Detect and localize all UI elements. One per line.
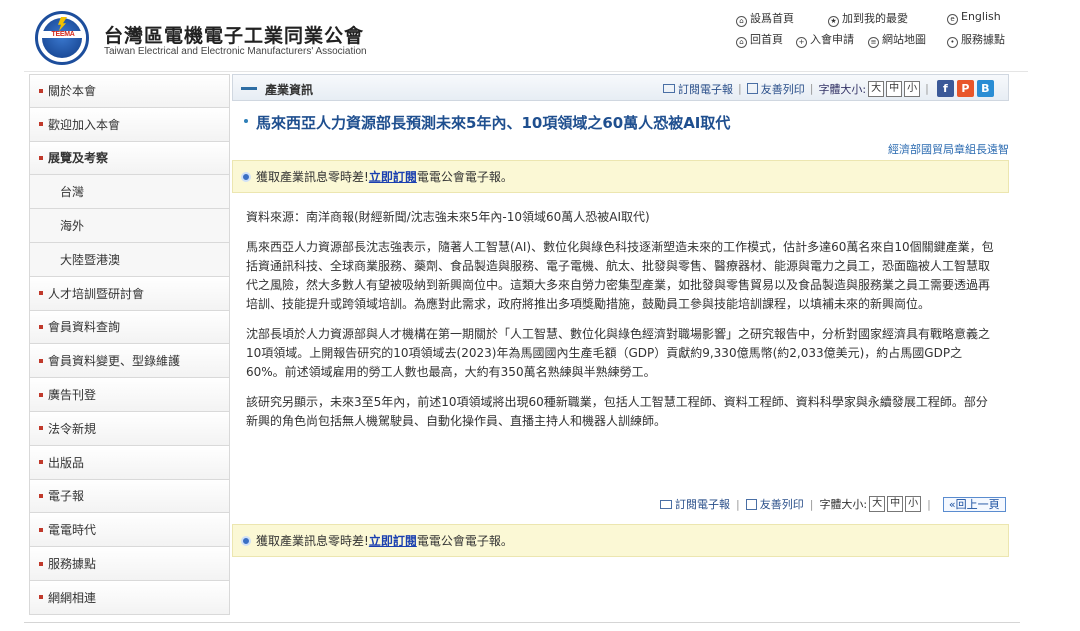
- font-size-label: 字體大小:: [818, 82, 867, 96]
- title-bullet-icon: [244, 119, 248, 123]
- main-content: 產業資訊 訂閱電子報 | 友善列印 | 字體大小: 大 中 小 | f P B …: [232, 74, 1009, 557]
- font-size-large-button[interactable]: 大: [868, 80, 885, 97]
- teema-logo[interactable]: TEEMA: [35, 11, 89, 65]
- home-link[interactable]: ⌂ 回首頁: [736, 31, 783, 48]
- bullet-icon: [39, 561, 43, 566]
- print-icon: [745, 498, 757, 510]
- sidebar-item-about[interactable]: 關於本會: [29, 74, 230, 108]
- bullet-icon: [39, 493, 43, 498]
- bookmark-link[interactable]: ★ 加到我的最愛: [828, 10, 908, 27]
- sidebar-item-service-points[interactable]: 服務據點: [29, 547, 230, 581]
- sidebar-item-advertising[interactable]: 廣告刊登: [29, 378, 230, 412]
- sidebar-item-publications[interactable]: 出版品: [29, 445, 230, 480]
- sitemap-icon: ≡: [868, 37, 879, 48]
- bullet-icon: [39, 88, 43, 93]
- set-home-link[interactable]: ⌂ 設爲首頁: [736, 10, 794, 27]
- sidebar-item-training[interactable]: 人才培訓暨研討會: [29, 276, 230, 311]
- subscribe-newsletter-link[interactable]: 訂閱電子報: [675, 496, 730, 512]
- bullet-icon: [39, 122, 43, 127]
- print-link[interactable]: 友善列印: [760, 496, 804, 512]
- sitemap-link[interactable]: ≡ 網站地圖: [868, 31, 926, 48]
- bullet-icon: [39, 324, 43, 329]
- sidebar-subitem-taiwan[interactable]: 台灣: [29, 175, 230, 210]
- sidebar-item-member-update[interactable]: 會員資料變更、型錄維護: [29, 344, 230, 379]
- envelope-icon: [660, 499, 672, 509]
- font-size-medium-button[interactable]: 中: [886, 80, 903, 97]
- subscribe-notice-bottom: 獲取產業訊息零時差! 立即訂閱 電電公會電子報。: [232, 524, 1009, 557]
- org-name-en: Taiwan Electrical and Electronic Manufac…: [104, 46, 367, 57]
- article-source-org: 經濟部國貿局章組長遠智: [888, 143, 1009, 156]
- globe-icon: e: [947, 14, 958, 25]
- join-icon: +: [796, 37, 807, 48]
- site-header: TEEMA 台灣區電機電子工業同業公會 Taiwan Electrical an…: [24, 0, 1028, 72]
- article-title: 馬來西亞人力資源部長預測未來5年內、10項領域之60萬人恐被AI取代: [256, 114, 731, 132]
- section-title: 產業資訊: [265, 83, 314, 97]
- subscribe-now-link[interactable]: 立即訂閱: [369, 532, 417, 549]
- article-paragraph: 該研究另顯示，未來3至5年內，前述10項領域將出現60種新職業，包括人工智慧工程…: [246, 395, 988, 428]
- sidebar-subitem-china-hk-macau[interactable]: 大陸暨港澳: [29, 242, 230, 277]
- footer-divider: [24, 622, 1020, 623]
- logo-text: TEEMA: [40, 31, 86, 38]
- subscribe-newsletter-link[interactable]: 訂閱電子報: [678, 81, 733, 97]
- info-dot-icon: [241, 535, 251, 546]
- bullet-icon: [39, 426, 43, 431]
- article-source: 資料來源：南洋商報(財經新聞/沈志強未來5年內-10領域60萬人恐被AI取代): [246, 210, 650, 224]
- back-button[interactable]: «回上一頁: [942, 496, 1006, 512]
- english-link[interactable]: e English: [947, 10, 1001, 25]
- section-dash-icon: [241, 87, 257, 90]
- facebook-icon[interactable]: f: [936, 80, 954, 97]
- font-size-medium-button[interactable]: 中: [887, 496, 904, 512]
- plurk-icon[interactable]: P: [956, 80, 974, 97]
- font-size-large-button[interactable]: 大: [869, 496, 886, 512]
- article-paragraph: 沈部長頃於人力資源部與人才機構在第一期關於「人工智慧、數位化與綠色經濟對職場影響…: [246, 327, 991, 379]
- bullet-icon: [39, 595, 43, 600]
- info-dot-icon: [241, 171, 251, 182]
- print-icon: [746, 83, 758, 94]
- home-icon: ⌂: [736, 37, 747, 48]
- print-link[interactable]: 友善列印: [761, 81, 805, 97]
- service-link[interactable]: • 服務據點: [947, 31, 1005, 48]
- font-size-label: 字體大小:: [819, 498, 868, 511]
- section-header-bar: 產業資訊 訂閱電子報 | 友善列印 | 字體大小: 大 中 小 | f P B: [232, 74, 1009, 101]
- sidebar-item-exhibitions[interactable]: 展覽及考察: [29, 141, 230, 176]
- home-set-icon: ⌂: [736, 16, 747, 27]
- sidebar-subitem-overseas[interactable]: 海外: [29, 209, 230, 243]
- bullet-icon: [39, 291, 43, 296]
- font-size-small-button[interactable]: 小: [904, 80, 921, 97]
- sidebar-item-links[interactable]: 網網相連: [29, 580, 230, 615]
- article-tools-bottom: 訂閱電子報 | 友善列印 | 字體大小: 大 中 小 | «回上一頁: [660, 496, 1006, 512]
- sidebar-item-member-search[interactable]: 會員資料查詢: [29, 310, 230, 345]
- location-icon: •: [947, 37, 958, 48]
- sidebar-item-join[interactable]: 歡迎加入本會: [29, 107, 230, 142]
- star-icon: ★: [828, 16, 839, 27]
- article-paragraph: 馬來西亞人力資源部長沈志強表示，隨著人工智慧(AI)、數位化與綠色科技逐漸塑造未…: [246, 240, 994, 311]
- blogger-icon[interactable]: B: [976, 80, 994, 97]
- envelope-icon: [663, 84, 675, 93]
- subscribe-notice-top: 獲取產業訊息零時差! 立即訂閱 電電公會電子報。: [232, 160, 1009, 193]
- subscribe-now-link[interactable]: 立即訂閱: [369, 168, 417, 185]
- sidebar-nav: 關於本會 歡迎加入本會 展覽及考察 台灣 海外 大陸暨港澳 人才培訓暨研討會 會…: [29, 74, 230, 615]
- bullet-icon: [39, 155, 43, 160]
- join-link[interactable]: + 入會申請: [796, 31, 854, 48]
- font-size-small-button[interactable]: 小: [905, 496, 922, 512]
- article-tools: 訂閱電子報 | 友善列印 | 字體大小: 大 中 小 | f P B: [663, 80, 994, 97]
- sidebar-item-newsletter[interactable]: 電子報: [29, 479, 230, 514]
- sidebar-item-teema-times[interactable]: 電電時代: [29, 513, 230, 548]
- bullet-icon: [39, 392, 43, 397]
- sidebar-item-regulations[interactable]: 法令新規: [29, 411, 230, 446]
- bullet-icon: [39, 460, 43, 465]
- article-body: 資料來源：南洋商報(財經新聞/沈志強未來5年內-10領域60萬人恐被AI取代) …: [246, 208, 998, 442]
- bullet-icon: [39, 358, 43, 363]
- bullet-icon: [39, 527, 43, 532]
- article-title-row: 馬來西亞人力資源部長預測未來5年內、10項領域之60萬人恐被AI取代: [232, 108, 1009, 132]
- org-name-zh: 台灣區電機電子工業同業公會: [104, 25, 365, 47]
